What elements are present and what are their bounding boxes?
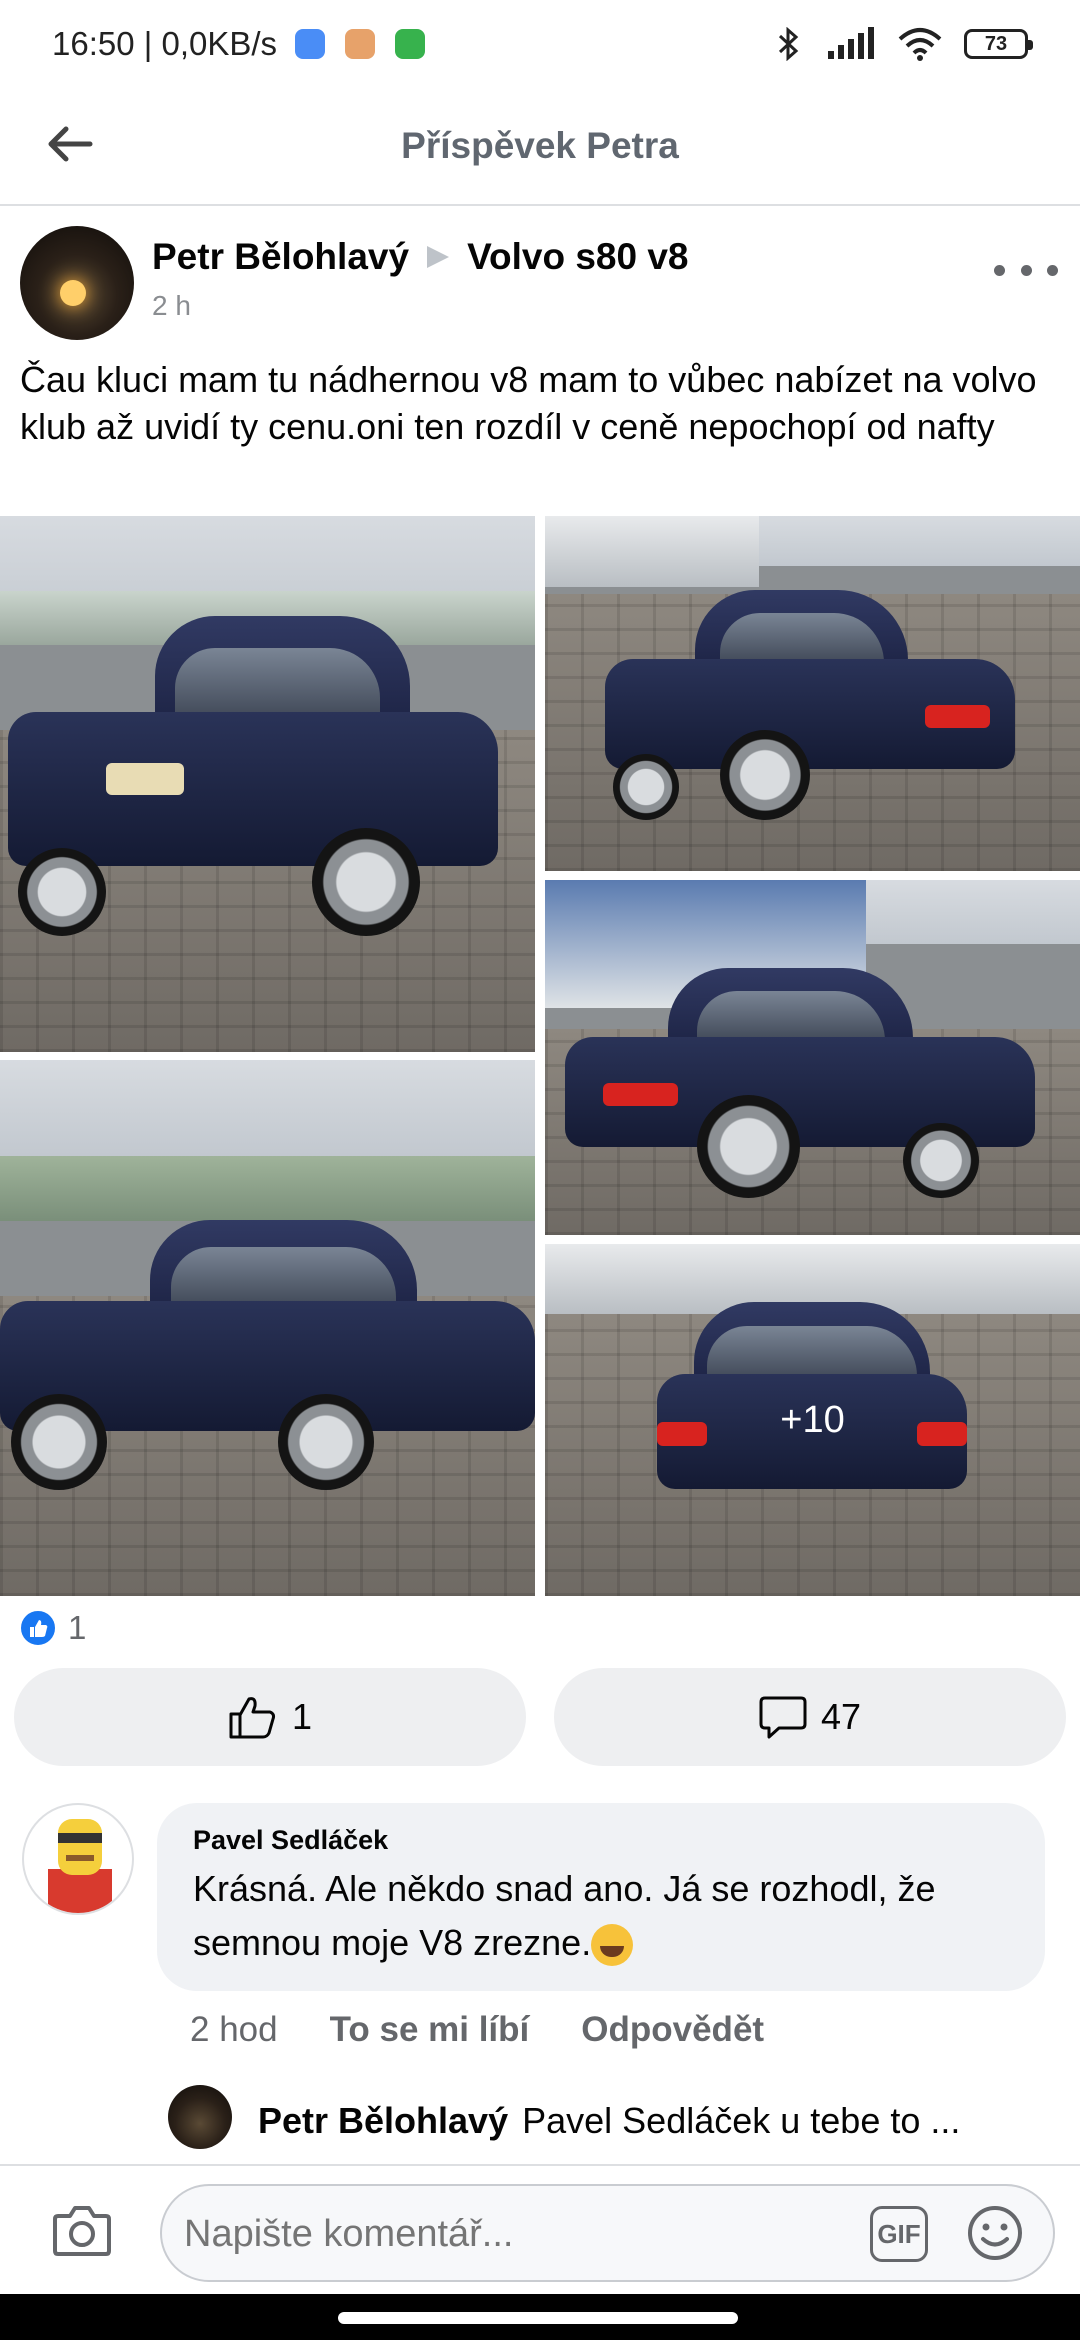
status-time: 16:50 | 0,0KB/s xyxy=(52,25,278,62)
status-bar: 16:50 | 0,0KB/s 73 xyxy=(0,0,1080,88)
speech-bubble-icon xyxy=(759,1696,807,1739)
battery-level: 73 xyxy=(984,32,1008,55)
app-notification-icon xyxy=(345,29,376,59)
comment-button[interactable]: 47 xyxy=(554,1668,1066,1766)
comment-time: 2 hod xyxy=(190,2010,278,2049)
group-name[interactable]: Volvo s80 v8 xyxy=(467,236,688,278)
commenter-avatar[interactable] xyxy=(22,1803,134,1915)
top-bar: Příspěvek Petra xyxy=(0,88,1080,206)
more-photos-label: +10 xyxy=(780,1398,845,1441)
reply-author[interactable]: Petr Bělohlavý xyxy=(258,2100,508,2141)
notification-icons xyxy=(295,29,426,59)
comment-like-link[interactable]: To se mi líbí xyxy=(330,2010,530,2050)
reply-preview[interactable]: Petr Bělohlavý Pavel Sedláček u tebe to .… xyxy=(258,2100,1058,2142)
phone-notification-icon xyxy=(395,29,426,59)
reaction-count: 1 xyxy=(68,1609,87,1646)
comment-composer: GIF xyxy=(0,2164,1080,2294)
home-gesture-handle[interactable] xyxy=(338,2312,738,2324)
author-line: Petr Bělohlavý Volvo s80 v8 xyxy=(152,236,689,278)
arrow-left-icon[interactable] xyxy=(40,114,100,174)
system-nav-bar xyxy=(0,2294,1080,2340)
bluetooth-icon xyxy=(778,27,799,61)
post-photo-2[interactable] xyxy=(545,516,1080,871)
shared-to-arrow-icon xyxy=(427,246,450,268)
post-photo-4[interactable] xyxy=(0,1060,535,1596)
thumb-up-icon xyxy=(229,1697,276,1739)
comment-input-box[interactable]: GIF xyxy=(160,2184,1055,2282)
like-count: 1 xyxy=(291,1696,313,1737)
comment-count: 47 xyxy=(820,1696,862,1737)
more-dots-icon[interactable] xyxy=(994,250,1058,290)
post-photo-1[interactable] xyxy=(0,516,535,1052)
post-photo-more[interactable]: +10 xyxy=(545,1244,1080,1596)
post-photo-3[interactable] xyxy=(545,880,1080,1235)
comment-actions: 2 hod To se mi líbí Odpovědět xyxy=(190,2010,764,2050)
comment-bubble[interactable]: Pavel Sedláček Krásná. Ale někdo snad an… xyxy=(157,1803,1045,1991)
post-text: Čau kluci mam tu nádhernou v8 mam to vůb… xyxy=(20,359,1037,447)
gif-button[interactable]: GIF xyxy=(870,2206,928,2262)
author-name[interactable]: Petr Bělohlavý xyxy=(152,236,409,278)
comment-body: Krásná. Ale někdo snad ano. Já se rozhod… xyxy=(193,1868,936,1963)
reply-text: Pavel Sedláček u tebe to ... xyxy=(522,2100,961,2141)
wifi-icon xyxy=(898,28,942,61)
post-time[interactable]: 2 h xyxy=(152,290,191,322)
like-reaction-icon xyxy=(18,1608,58,1648)
comment-text: Krásná. Ale někdo snad ano. Já se rozhod… xyxy=(193,1862,1009,1970)
reaction-summary[interactable]: 1 xyxy=(18,1608,86,1648)
author-avatar[interactable] xyxy=(20,226,134,340)
page-title: Příspěvek Petra xyxy=(401,125,679,166)
battery-indicator: 73 xyxy=(964,29,1033,59)
comment-author[interactable]: Pavel Sedláček xyxy=(193,1825,1009,1856)
like-button[interactable]: 1 xyxy=(14,1668,526,1766)
signal-icon xyxy=(828,27,874,59)
comment-reply-link[interactable]: Odpovědět xyxy=(581,2010,764,2050)
camera-icon[interactable] xyxy=(52,2202,112,2258)
comment-input[interactable] xyxy=(184,2206,784,2262)
reply-author-avatar[interactable] xyxy=(168,2085,232,2149)
app-notification-icon xyxy=(295,29,326,59)
post-header: Petr Bělohlavý Volvo s80 v8 2 h xyxy=(0,210,1080,350)
laughing-emoji-icon xyxy=(591,1924,634,1967)
smiley-icon[interactable] xyxy=(966,2204,1024,2262)
